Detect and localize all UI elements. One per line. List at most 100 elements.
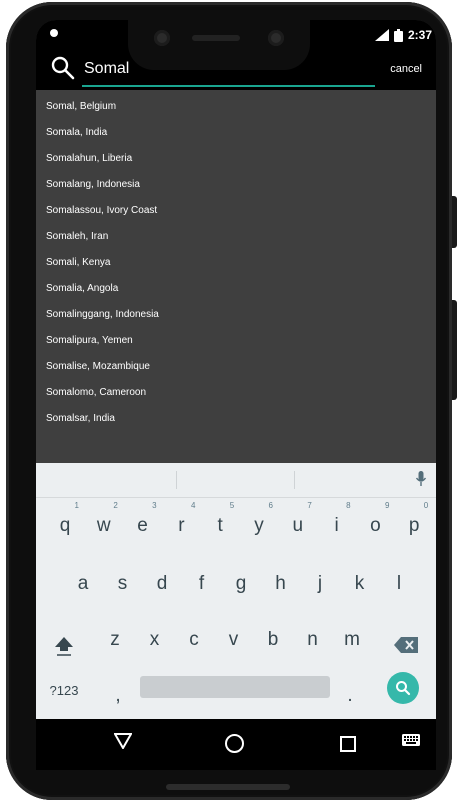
camera-notch: [128, 14, 310, 70]
key-d[interactable]: d: [144, 559, 180, 599]
key-hint-number: 8: [346, 501, 351, 510]
cancel-button[interactable]: cancel: [390, 63, 422, 75]
result-item[interactable]: Somalsar, India: [36, 406, 436, 432]
volume-button: [452, 196, 457, 248]
suggestion-divider: [294, 471, 295, 489]
key-label: v: [228, 629, 239, 650]
key-k[interactable]: k: [342, 559, 378, 599]
key-e[interactable]: 3e: [125, 501, 161, 541]
key-t[interactable]: 5t: [202, 501, 238, 541]
key-label: w: [96, 515, 111, 536]
status-time: 2:37: [407, 28, 432, 42]
search-icon[interactable]: [50, 55, 76, 81]
shift-icon[interactable]: [53, 635, 75, 657]
key-z[interactable]: z: [97, 615, 133, 655]
key-x[interactable]: x: [137, 615, 173, 655]
key-c[interactable]: c: [176, 615, 212, 655]
key-label: q: [59, 515, 71, 536]
key-label: c: [189, 629, 199, 650]
key-hint-number: 6: [268, 501, 273, 510]
result-item[interactable]: Somalang, Indonesia: [36, 172, 436, 198]
key-hint-number: 4: [190, 501, 196, 510]
notification-dot-icon: [50, 29, 58, 37]
key-p[interactable]: 0p: [396, 501, 432, 541]
result-item[interactable]: Somalipura, Yemen: [36, 328, 436, 354]
navigation-bar: [36, 719, 436, 770]
key-hint-number: 7: [307, 501, 312, 510]
keyboard-switch-icon[interactable]: [402, 734, 420, 746]
key-n[interactable]: n: [295, 615, 331, 655]
key-label: l: [396, 573, 402, 594]
suggestion-strip: [36, 463, 436, 498]
key-y[interactable]: 6y: [241, 501, 277, 541]
result-item[interactable]: Somalia, Angola: [36, 276, 436, 302]
status-icons: 2:37: [374, 28, 432, 42]
key-j[interactable]: j: [302, 559, 338, 599]
key-l[interactable]: l: [381, 559, 417, 599]
key-hint-number: 1: [74, 501, 79, 510]
key-h[interactable]: h: [263, 559, 299, 599]
key-f[interactable]: f: [184, 559, 220, 599]
result-item[interactable]: Somalassou, Ivory Coast: [36, 198, 436, 224]
key-hint-number: 2: [113, 501, 118, 510]
suggestion-divider: [176, 471, 177, 489]
key-label: o: [370, 515, 381, 536]
key-g[interactable]: g: [223, 559, 259, 599]
key-label: z: [110, 629, 120, 650]
chin-speaker: [166, 784, 290, 790]
key-label: b: [267, 629, 279, 650]
key-label: j: [317, 573, 323, 594]
result-item[interactable]: Somala, India: [36, 120, 436, 146]
space-bar[interactable]: [140, 676, 330, 698]
result-item[interactable]: Somalomo, Cameroon: [36, 380, 436, 406]
symbols-key[interactable]: ?123: [46, 671, 82, 711]
search-icon: [396, 681, 411, 696]
key-b[interactable]: b: [255, 615, 291, 655]
key-label: f: [198, 573, 205, 594]
key-label: p: [408, 515, 420, 536]
result-item[interactable]: Somalahun, Liberia: [36, 146, 436, 172]
key-m[interactable]: m: [334, 615, 370, 655]
key-q[interactable]: 1q: [47, 501, 83, 541]
home-icon[interactable]: [225, 734, 244, 753]
key-s[interactable]: s: [105, 559, 141, 599]
key-label: e: [137, 515, 148, 536]
key-hint-number: 9: [384, 501, 390, 510]
result-item[interactable]: Somali, Kenya: [36, 250, 436, 276]
key-label: u: [292, 515, 304, 536]
recents-icon[interactable]: [340, 736, 356, 752]
result-item[interactable]: Somal, Belgium: [36, 94, 436, 120]
battery-icon: [393, 28, 403, 42]
result-item[interactable]: Somalinggang, Indonesia: [36, 302, 436, 328]
key-label: n: [307, 629, 318, 650]
key-label: d: [156, 573, 168, 594]
back-icon[interactable]: [114, 733, 132, 749]
key-i[interactable]: 8i: [319, 501, 355, 541]
key-o[interactable]: 9o: [357, 501, 393, 541]
key-label: h: [275, 573, 286, 594]
backspace-icon[interactable]: [394, 637, 418, 653]
front-camera-icon: [154, 30, 170, 46]
key-w[interactable]: 2w: [86, 501, 122, 541]
period-key[interactable]: .: [332, 671, 368, 711]
go-search-button[interactable]: [387, 672, 419, 704]
key-label: g: [235, 573, 247, 594]
key-label: t: [217, 515, 223, 536]
signal-icon: [374, 29, 389, 41]
key-hint-number: 5: [229, 501, 235, 510]
mic-icon[interactable]: [416, 471, 426, 487]
earpiece-speaker: [192, 35, 240, 41]
power-button: [452, 300, 457, 400]
key-v[interactable]: v: [216, 615, 252, 655]
comma-key[interactable]: ,: [100, 671, 136, 711]
key-hint-number: 3: [152, 501, 157, 510]
search-input[interactable]: Somal: [84, 60, 129, 78]
key-r[interactable]: 4r: [163, 501, 199, 541]
key-u[interactable]: 7u: [280, 501, 316, 541]
result-item[interactable]: Somalise, Mozambique: [36, 354, 436, 380]
screen: 2:37 Somal cancel Somal, Belgium Somala, …: [36, 20, 436, 770]
search-underline: [82, 85, 375, 87]
key-a[interactable]: a: [65, 559, 101, 599]
result-item[interactable]: Somaleh, Iran: [36, 224, 436, 250]
key-label: s: [117, 573, 128, 594]
